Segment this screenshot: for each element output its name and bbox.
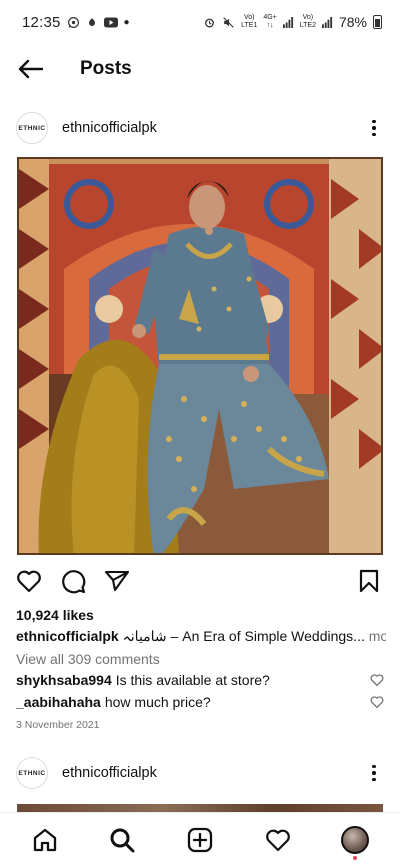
avatar[interactable]: ETHNIC (16, 757, 48, 789)
battery-percent: 78% (338, 14, 367, 30)
comment-text: Is this available at store? (115, 672, 270, 688)
comment-button[interactable] (60, 568, 86, 594)
dot-icon (372, 777, 376, 782)
comment-icon (62, 570, 86, 594)
paper-plane-icon (104, 570, 130, 592)
bookmark-icon (359, 569, 379, 593)
nav-home[interactable] (25, 820, 65, 860)
comment-username[interactable]: shykhsaba994 (16, 672, 112, 688)
like-count[interactable]: 10,924 likes (16, 607, 94, 623)
avatar[interactable]: ETHNIC (16, 112, 48, 144)
alarm-icon (205, 18, 215, 27)
post-photo (19, 159, 381, 553)
post-header: ETHNIC ethnicofficialpk (0, 750, 400, 796)
network-lte1: Vo) LTE1 (241, 14, 258, 29)
battery-icon (373, 15, 382, 29)
youtube-icon (103, 17, 118, 27)
mute-icon (223, 16, 234, 28)
dot-indicator-icon: ● (123, 16, 130, 28)
nav-activity[interactable] (258, 820, 298, 860)
comment-row: _aabihahaha how much price? (16, 694, 384, 710)
more-options-button[interactable] (364, 758, 384, 788)
dot-icon (372, 132, 376, 137)
avatar (341, 825, 370, 854)
dot-icon (372, 119, 376, 124)
arrow-left-icon (18, 59, 43, 79)
signal-icon (282, 16, 293, 28)
heart-icon (17, 570, 41, 593)
post-actions (0, 562, 400, 600)
notification-dot (353, 855, 358, 860)
save-button[interactable] (356, 568, 382, 594)
status-bar: 12:35 ● Vo) LTE1 4G+ ↑↓ Vo) LTE2 78% (0, 0, 400, 44)
top-bar: Posts (0, 44, 400, 94)
plus-square-icon (187, 827, 213, 852)
bottom-nav (0, 812, 400, 866)
share-button[interactable] (104, 568, 130, 594)
caption-more-link[interactable]: more (369, 628, 386, 644)
whatsapp-icon (67, 16, 79, 28)
post-username[interactable]: ethnicofficialpk (62, 120, 157, 136)
heart-icon (265, 829, 290, 851)
comment-text: how much price? (104, 694, 211, 710)
like-button[interactable] (16, 568, 42, 594)
status-time: 12:35 (22, 13, 61, 31)
nav-profile[interactable] (335, 820, 375, 860)
post-date: 3 November 2021 (16, 719, 100, 731)
post-username[interactable]: ethnicofficialpk (62, 765, 157, 781)
search-icon (110, 828, 135, 852)
heart-icon[interactable] (370, 673, 384, 687)
dot-icon (372, 764, 376, 769)
caption-text: شامیانہ – An Era of Simple Weddings... (122, 628, 365, 644)
notification-app-icon (88, 17, 95, 26)
home-icon (33, 828, 56, 851)
post-image[interactable] (17, 157, 383, 555)
heart-icon[interactable] (370, 695, 384, 709)
avatar-label: ETHNIC (18, 124, 46, 132)
comment-row: shykhsaba994 Is this available at store? (16, 672, 384, 688)
network-4g: 4G+ ↑↓ (263, 14, 277, 29)
network-lte2: Vo) LTE2 (299, 14, 316, 29)
caption-username[interactable]: ethnicofficialpk (16, 628, 119, 644)
page-title: Posts (80, 58, 132, 79)
dot-icon (372, 771, 376, 775)
nav-search[interactable] (102, 820, 142, 860)
status-right: Vo) LTE1 4G+ ↑↓ Vo) LTE2 78% (203, 14, 382, 30)
view-all-comments-link[interactable]: View all 309 comments (16, 651, 160, 667)
status-left: 12:35 ● (22, 14, 130, 31)
avatar-label: ETHNIC (18, 769, 46, 777)
caption: ethnicofficialpk شامیانہ – An Era of Sim… (16, 628, 386, 645)
post-header: ETHNIC ethnicofficialpk (0, 105, 400, 151)
signal-icon (321, 16, 333, 28)
back-button[interactable] (0, 44, 60, 94)
comment-username[interactable]: _aabihahaha (16, 694, 101, 710)
nav-create[interactable] (180, 820, 220, 860)
more-options-button[interactable] (364, 113, 384, 143)
dot-icon (372, 126, 376, 130)
